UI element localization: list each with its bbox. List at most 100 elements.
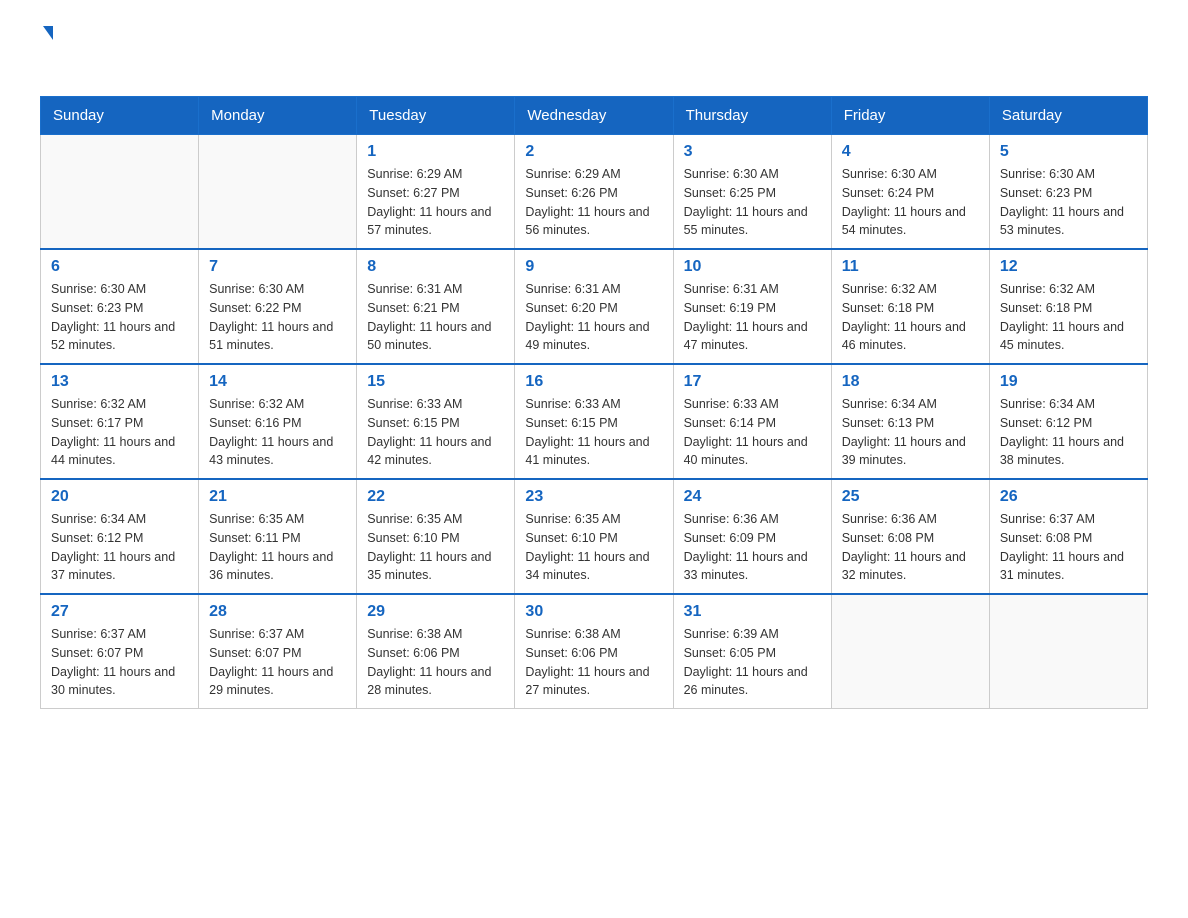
day-info: Sunrise: 6:38 AMSunset: 6:06 PMDaylight:… bbox=[367, 625, 504, 700]
day-number: 10 bbox=[684, 258, 821, 276]
day-info: Sunrise: 6:35 AMSunset: 6:10 PMDaylight:… bbox=[367, 510, 504, 585]
calendar-cell: 6 Sunrise: 6:30 AMSunset: 6:23 PMDaylight… bbox=[41, 249, 199, 364]
day-number: 9 bbox=[525, 258, 662, 276]
day-number: 2 bbox=[525, 143, 662, 161]
day-info: Sunrise: 6:34 AMSunset: 6:12 PMDaylight:… bbox=[1000, 395, 1137, 470]
day-number: 31 bbox=[684, 603, 821, 621]
day-number: 29 bbox=[367, 603, 504, 621]
day-number: 5 bbox=[1000, 143, 1137, 161]
calendar-cell: 9 Sunrise: 6:31 AMSunset: 6:20 PMDaylight… bbox=[515, 249, 673, 364]
calendar-cell: 27 Sunrise: 6:37 AMSunset: 6:07 PMDayligh… bbox=[41, 594, 199, 709]
calendar-cell bbox=[199, 135, 357, 250]
calendar-cell bbox=[41, 135, 199, 250]
calendar-cell: 7Sunrise: 6:30 AMSunset: 6:22 PMDaylight… bbox=[199, 249, 357, 364]
calendar-cell bbox=[831, 594, 989, 709]
day-number: 12 bbox=[1000, 258, 1137, 276]
day-number: 1 bbox=[367, 143, 504, 161]
calendar-cell: 5 Sunrise: 6:30 AMSunset: 6:23 PMDaylight… bbox=[989, 135, 1147, 250]
day-number: 6 bbox=[51, 258, 188, 276]
calendar-cell: 3 Sunrise: 6:30 AMSunset: 6:25 PMDaylight… bbox=[673, 135, 831, 250]
calendar-cell: 30 Sunrise: 6:38 AMSunset: 6:06 PMDayligh… bbox=[515, 594, 673, 709]
day-number: 11 bbox=[842, 258, 979, 276]
calendar-cell: 1 Sunrise: 6:29 AMSunset: 6:27 PMDaylight… bbox=[357, 135, 515, 250]
day-info: Sunrise: 6:32 AMSunset: 6:17 PMDaylight:… bbox=[51, 395, 188, 470]
header-cell-friday: Friday bbox=[831, 97, 989, 135]
day-info: Sunrise: 6:30 AMSunset: 6:23 PMDaylight:… bbox=[51, 280, 188, 355]
logo-arrow-icon bbox=[43, 26, 53, 40]
header-cell-wednesday: Wednesday bbox=[515, 97, 673, 135]
calendar-cell: 14 Sunrise: 6:32 AMSunset: 6:16 PMDayligh… bbox=[199, 364, 357, 479]
calendar-cell: 4Sunrise: 6:30 AMSunset: 6:24 PMDaylight… bbox=[831, 135, 989, 250]
day-info: Sunrise: 6:38 AMSunset: 6:06 PMDaylight:… bbox=[525, 625, 662, 700]
day-info: Sunrise: 6:30 AMSunset: 6:25 PMDaylight:… bbox=[684, 165, 821, 240]
day-info: Sunrise: 6:36 AMSunset: 6:09 PMDaylight:… bbox=[684, 510, 821, 585]
header-row: SundayMondayTuesdayWednesdayThursdayFrid… bbox=[41, 97, 1148, 135]
calendar-week-1: 1 Sunrise: 6:29 AMSunset: 6:27 PMDaylight… bbox=[41, 135, 1148, 250]
day-number: 8 bbox=[367, 258, 504, 276]
header-cell-saturday: Saturday bbox=[989, 97, 1147, 135]
day-number: 18 bbox=[842, 373, 979, 391]
day-number: 4 bbox=[842, 143, 979, 161]
day-info: Sunrise: 6:36 AMSunset: 6:08 PMDaylight:… bbox=[842, 510, 979, 585]
calendar-cell: 18 Sunrise: 6:34 AMSunset: 6:13 PMDayligh… bbox=[831, 364, 989, 479]
day-number: 26 bbox=[1000, 488, 1137, 506]
calendar-cell: 25 Sunrise: 6:36 AMSunset: 6:08 PMDayligh… bbox=[831, 479, 989, 594]
day-number: 13 bbox=[51, 373, 188, 391]
day-info: Sunrise: 6:37 AMSunset: 6:07 PMDaylight:… bbox=[51, 625, 188, 700]
calendar-cell: 13 Sunrise: 6:32 AMSunset: 6:17 PMDayligh… bbox=[41, 364, 199, 479]
calendar-week-2: 6 Sunrise: 6:30 AMSunset: 6:23 PMDaylight… bbox=[41, 249, 1148, 364]
day-info: Sunrise: 6:37 AMSunset: 6:08 PMDaylight:… bbox=[1000, 510, 1137, 585]
day-info: Sunrise: 6:31 AMSunset: 6:20 PMDaylight:… bbox=[525, 280, 662, 355]
day-info: Sunrise: 6:33 AMSunset: 6:15 PMDaylight:… bbox=[367, 395, 504, 470]
day-info: Sunrise: 6:34 AMSunset: 6:12 PMDaylight:… bbox=[51, 510, 188, 585]
day-info: Sunrise: 6:34 AMSunset: 6:13 PMDaylight:… bbox=[842, 395, 979, 470]
page-header bbox=[40, 30, 1148, 76]
day-info: Sunrise: 6:31 AMSunset: 6:21 PMDaylight:… bbox=[367, 280, 504, 355]
calendar-cell: 8 Sunrise: 6:31 AMSunset: 6:21 PMDaylight… bbox=[357, 249, 515, 364]
day-info: Sunrise: 6:31 AMSunset: 6:19 PMDaylight:… bbox=[684, 280, 821, 355]
calendar-cell bbox=[989, 594, 1147, 709]
calendar-cell: 24Sunrise: 6:36 AMSunset: 6:09 PMDayligh… bbox=[673, 479, 831, 594]
day-info: Sunrise: 6:35 AMSunset: 6:11 PMDaylight:… bbox=[209, 510, 346, 585]
calendar-cell: 28Sunrise: 6:37 AMSunset: 6:07 PMDayligh… bbox=[199, 594, 357, 709]
logo bbox=[40, 30, 53, 76]
day-info: Sunrise: 6:29 AMSunset: 6:27 PMDaylight:… bbox=[367, 165, 504, 240]
day-info: Sunrise: 6:30 AMSunset: 6:23 PMDaylight:… bbox=[1000, 165, 1137, 240]
calendar-cell: 17 Sunrise: 6:33 AMSunset: 6:14 PMDayligh… bbox=[673, 364, 831, 479]
calendar-table: SundayMondayTuesdayWednesdayThursdayFrid… bbox=[40, 96, 1148, 709]
day-info: Sunrise: 6:32 AMSunset: 6:18 PMDaylight:… bbox=[1000, 280, 1137, 355]
day-info: Sunrise: 6:39 AMSunset: 6:05 PMDaylight:… bbox=[684, 625, 821, 700]
header-cell-thursday: Thursday bbox=[673, 97, 831, 135]
calendar-cell: 22 Sunrise: 6:35 AMSunset: 6:10 PMDayligh… bbox=[357, 479, 515, 594]
calendar-cell: 15 Sunrise: 6:33 AMSunset: 6:15 PMDayligh… bbox=[357, 364, 515, 479]
day-info: Sunrise: 6:32 AMSunset: 6:16 PMDaylight:… bbox=[209, 395, 346, 470]
day-number: 7 bbox=[209, 258, 346, 276]
calendar-header: SundayMondayTuesdayWednesdayThursdayFrid… bbox=[41, 97, 1148, 135]
day-info: Sunrise: 6:33 AMSunset: 6:15 PMDaylight:… bbox=[525, 395, 662, 470]
calendar-cell: 10 Sunrise: 6:31 AMSunset: 6:19 PMDayligh… bbox=[673, 249, 831, 364]
calendar-cell: 11Sunrise: 6:32 AMSunset: 6:18 PMDayligh… bbox=[831, 249, 989, 364]
calendar-cell: 21 Sunrise: 6:35 AMSunset: 6:11 PMDayligh… bbox=[199, 479, 357, 594]
day-number: 22 bbox=[367, 488, 504, 506]
day-info: Sunrise: 6:29 AMSunset: 6:26 PMDaylight:… bbox=[525, 165, 662, 240]
day-number: 25 bbox=[842, 488, 979, 506]
calendar-week-3: 13 Sunrise: 6:32 AMSunset: 6:17 PMDayligh… bbox=[41, 364, 1148, 479]
day-number: 15 bbox=[367, 373, 504, 391]
calendar-cell: 31 Sunrise: 6:39 AMSunset: 6:05 PMDayligh… bbox=[673, 594, 831, 709]
day-number: 30 bbox=[525, 603, 662, 621]
calendar-cell: 19 Sunrise: 6:34 AMSunset: 6:12 PMDayligh… bbox=[989, 364, 1147, 479]
day-number: 23 bbox=[525, 488, 662, 506]
calendar-cell: 29 Sunrise: 6:38 AMSunset: 6:06 PMDayligh… bbox=[357, 594, 515, 709]
day-number: 16 bbox=[525, 373, 662, 391]
day-number: 19 bbox=[1000, 373, 1137, 391]
day-number: 20 bbox=[51, 488, 188, 506]
day-info: Sunrise: 6:35 AMSunset: 6:10 PMDaylight:… bbox=[525, 510, 662, 585]
calendar-cell: 2 Sunrise: 6:29 AMSunset: 6:26 PMDaylight… bbox=[515, 135, 673, 250]
day-number: 14 bbox=[209, 373, 346, 391]
day-number: 27 bbox=[51, 603, 188, 621]
calendar-cell: 16 Sunrise: 6:33 AMSunset: 6:15 PMDayligh… bbox=[515, 364, 673, 479]
day-number: 17 bbox=[684, 373, 821, 391]
day-number: 3 bbox=[684, 143, 821, 161]
day-info: Sunrise: 6:33 AMSunset: 6:14 PMDaylight:… bbox=[684, 395, 821, 470]
day-number: 21 bbox=[209, 488, 346, 506]
